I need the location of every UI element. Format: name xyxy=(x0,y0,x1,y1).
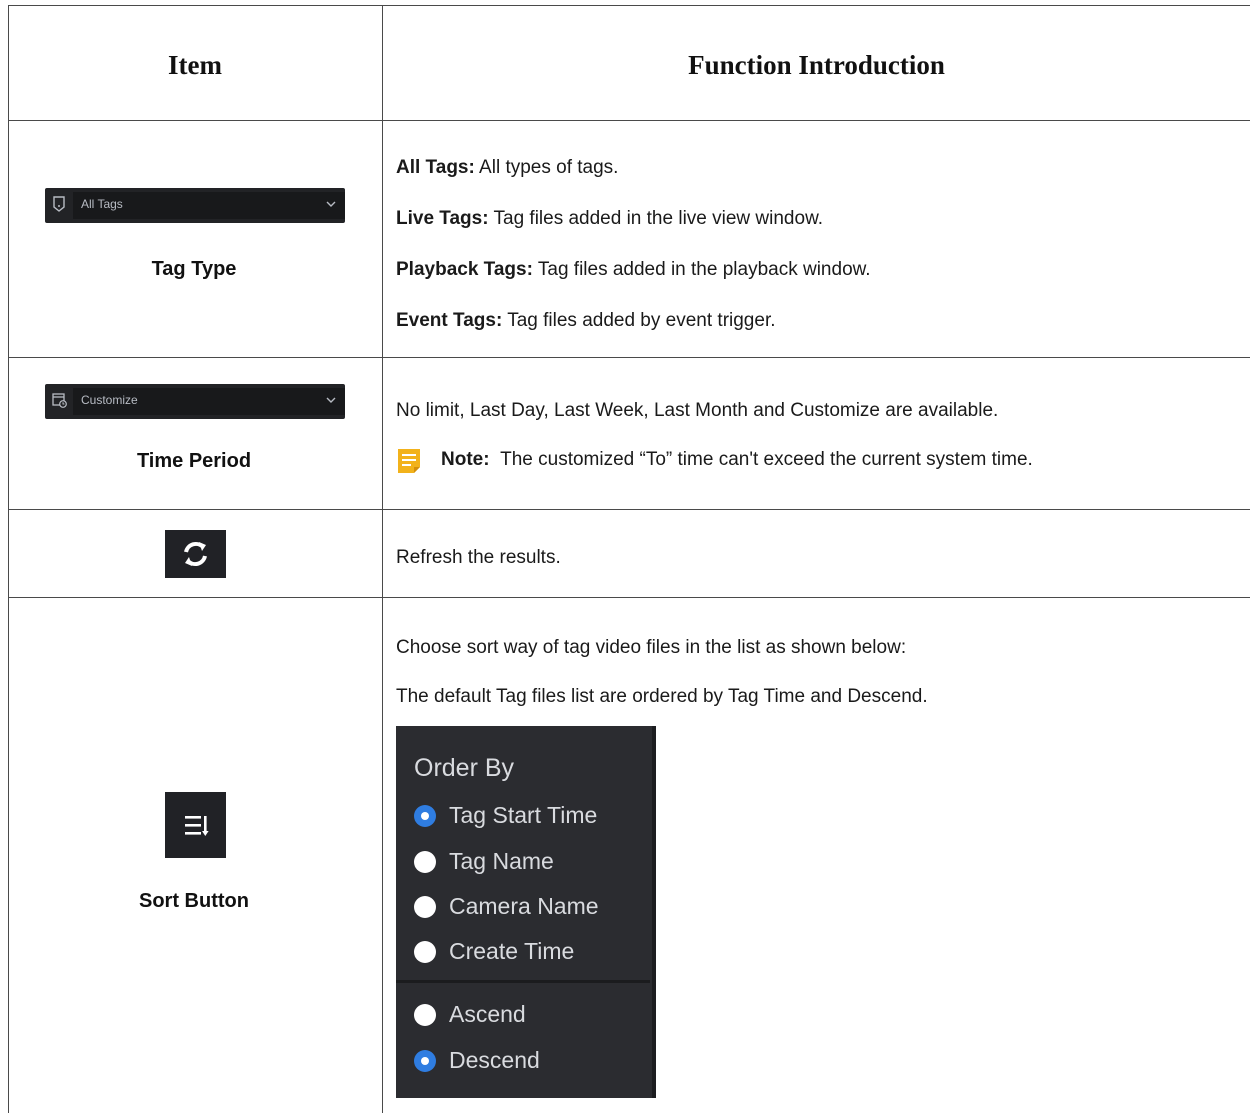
time-period-label: Time Period xyxy=(136,450,252,472)
radio-unselected-icon xyxy=(414,896,436,918)
tag-type-dropdown-value: All Tags xyxy=(81,197,123,211)
chevron-down-icon xyxy=(326,201,336,207)
radio-unselected-icon xyxy=(414,1004,436,1026)
row-divider-tagtype xyxy=(8,357,1250,358)
chevron-down-icon xyxy=(326,397,336,403)
tag-type-dropdown[interactable]: All Tags xyxy=(45,188,345,223)
refresh-button[interactable] xyxy=(165,530,226,578)
sort-button-label: Sort Button xyxy=(139,890,249,912)
sort-description-2: The default Tag files list are ordered b… xyxy=(396,686,928,707)
tag-type-label: Tag Type xyxy=(151,258,237,280)
tag-icon xyxy=(53,196,65,212)
tag-desc-all: All Tags: All types of tags. xyxy=(396,157,619,178)
table-border-left xyxy=(8,5,9,1113)
time-period-dropdown-value: Customize xyxy=(81,393,138,407)
time-period-dropdown[interactable]: Customize xyxy=(45,384,345,419)
order-by-title: Order By xyxy=(414,754,515,782)
note-icon xyxy=(398,449,420,473)
refresh-icon xyxy=(184,541,207,567)
header-function-introduction: Function Introduction xyxy=(688,50,945,80)
popup-edge xyxy=(652,726,656,1098)
table-border-top xyxy=(8,5,1250,6)
refresh-description: Refresh the results. xyxy=(396,547,561,568)
row-divider-refresh xyxy=(8,597,1250,598)
time-period-note: Note: The customized “To” time can't exc… xyxy=(441,449,1033,470)
header-item: Item xyxy=(168,50,222,80)
tag-desc-live: Live Tags: Tag files added in the live v… xyxy=(396,208,824,229)
row-divider-timeperiod xyxy=(8,509,1250,510)
calendar-clock-icon xyxy=(52,393,67,408)
order-by-popup: Order By Tag Start Time Tag Name Camera … xyxy=(396,726,656,1098)
row-divider-header xyxy=(8,120,1250,121)
column-divider xyxy=(382,5,383,1113)
time-period-description: No limit, Last Day, Last Week, Last Mont… xyxy=(396,400,999,421)
radio-unselected-icon xyxy=(414,851,436,873)
radio-selected-icon xyxy=(414,805,436,827)
popup-divider xyxy=(396,980,650,983)
sort-button[interactable] xyxy=(165,792,226,858)
radio-selected-icon xyxy=(414,1050,436,1072)
tag-desc-event: Event Tags: Tag files added by event tri… xyxy=(396,310,776,331)
radio-unselected-icon xyxy=(414,941,436,963)
tag-desc-playback: Playback Tags: Tag files added in the pl… xyxy=(396,259,871,280)
sort-description-1: Choose sort way of tag video files in th… xyxy=(396,637,907,658)
sort-icon xyxy=(185,816,209,836)
